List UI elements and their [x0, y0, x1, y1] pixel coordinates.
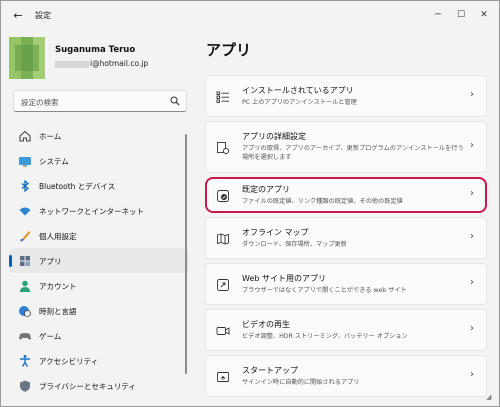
card-installed-apps[interactable]: インストールされているアプリ PC 上のアプリのアンインストールと管理 ›: [205, 75, 487, 117]
sidebar-item-accounts[interactable]: アカウント: [9, 273, 189, 298]
brush-icon: [20, 231, 31, 242]
card-default-apps[interactable]: 既定のアプリ ファイルの既定値、リンク種類の既定値、その他の既定値 ›: [205, 177, 487, 213]
sidebar-item-label: ネットワークとインターネット: [39, 207, 144, 216]
card-description: PC 上のアプリのアンインストールと管理: [242, 99, 357, 106]
sidebar-item-time-language[interactable]: 時刻と言語: [9, 298, 189, 323]
sidebar-item-personalization[interactable]: 個人用設定: [9, 223, 189, 248]
card-description: ブラウザーではなくアプリで開くことができる web サイト: [242, 287, 407, 294]
card-apps-for-websites[interactable]: Web サイト用のアプリ ブラウザーではなくアプリで開くことができる web サ…: [205, 263, 487, 305]
time-language-icon: [19, 306, 31, 317]
default-apps-icon: [217, 190, 229, 202]
sidebar-scrollbar[interactable]: [185, 134, 187, 374]
search-placeholder: 設定の検索: [21, 98, 59, 107]
chevron-right-icon: ›: [470, 231, 474, 242]
email-redaction: [55, 60, 89, 68]
sidebar-item-gaming[interactable]: ゲーム: [9, 323, 189, 348]
startup-icon: [217, 372, 229, 382]
card-description: サインイン時に自動的に開始されるアプリ: [242, 379, 360, 386]
window-title: 設定: [35, 11, 51, 20]
back-arrow-icon[interactable]: ←: [9, 7, 27, 25]
sidebar-item-system[interactable]: システム: [9, 148, 189, 173]
sidebar-item-label: Bluetooth とデバイス: [39, 182, 116, 191]
system-icon: [19, 157, 31, 167]
card-title: インストールされているアプリ: [242, 86, 354, 95]
card-title: オフライン マップ: [242, 228, 309, 237]
sidebar-item-label: アプリ: [39, 257, 62, 266]
card-startup[interactable]: スタートアップ サインイン時に自動的に開始されるアプリ ›: [205, 355, 487, 397]
chevron-right-icon: ›: [470, 140, 474, 151]
home-icon: [19, 130, 31, 142]
card-video-playback[interactable]: ビデオの再生 ビデオ調整、HDR ストリーミング、バッテリー オプション ›: [205, 309, 487, 351]
gamepad-icon: [19, 333, 31, 340]
installed-apps-icon: [216, 91, 229, 103]
resize-grip-icon[interactable]: ◢: [486, 393, 496, 403]
user-profile[interactable]: Suganuma Teruo i@hotmail.co.jp: [9, 37, 199, 85]
sidebar-item-label: ゲーム: [39, 332, 62, 341]
user-email: i@hotmail.co.jp: [90, 59, 149, 68]
video-playback-icon: [216, 327, 230, 335]
accessibility-icon: [20, 355, 30, 367]
sidebar-nav: ホーム システム Bluetooth とデバイス ネットワークとインターネット …: [9, 123, 189, 398]
close-button[interactable]: ✕: [473, 5, 495, 25]
sidebar-item-network[interactable]: ネットワークとインターネット: [9, 198, 189, 223]
sidebar-item-label: ホーム: [39, 132, 62, 141]
offline-maps-icon: [217, 233, 229, 245]
sidebar-item-label: 個人用設定: [39, 232, 77, 241]
shield-icon: [20, 380, 30, 392]
sidebar-item-bluetooth[interactable]: Bluetooth とデバイス: [9, 173, 189, 198]
settings-window: ← 設定 ─ ☐ ✕ Suganuma Teruo i@hotmail.co.j…: [0, 0, 500, 407]
sidebar-item-accessibility[interactable]: アクセシビリティ: [9, 348, 189, 373]
chevron-right-icon: ›: [470, 369, 474, 380]
card-advanced-app-settings[interactable]: アプリの詳細設定 アプリの取得、アプリのアーカイブ、更新プログラムのアンインスト…: [205, 121, 487, 173]
sidebar-item-apps[interactable]: アプリ: [9, 248, 189, 273]
account-icon: [20, 280, 30, 292]
search-icon: [170, 96, 180, 106]
advanced-app-settings-icon: [217, 142, 229, 154]
sidebar-item-label: 時刻と言語: [39, 307, 77, 316]
sidebar-item-label: アクセシビリティ: [39, 357, 99, 366]
card-description: ファイルの既定値、リンク種類の既定値、その他の既定値: [242, 198, 403, 205]
page-title: アプリ: [206, 41, 252, 59]
wifi-icon: [19, 207, 31, 216]
sidebar-item-home[interactable]: ホーム: [9, 123, 189, 148]
user-name: Suganuma Teruo: [55, 45, 136, 55]
search-input[interactable]: 設定の検索: [13, 90, 187, 112]
avatar: [9, 37, 45, 79]
card-description: ダウンロード、保存場所、マップ更新: [242, 241, 347, 248]
sidebar-item-label: システム: [39, 157, 69, 166]
apps-for-websites-icon: [217, 279, 229, 291]
chevron-right-icon: ›: [470, 188, 474, 199]
title-bar: ← 設定 ─ ☐ ✕: [1, 1, 499, 31]
card-title: ビデオの再生: [242, 320, 290, 329]
chevron-right-icon: ›: [470, 89, 474, 100]
bluetooth-icon: [21, 179, 29, 193]
chevron-right-icon: ›: [470, 323, 474, 334]
card-title: Web サイト用のアプリ: [242, 274, 326, 283]
card-description: アプリの取得、アプリのアーカイブ、更新プログラムのアンインストールを行う場所を選…: [242, 145, 464, 161]
card-offline-maps[interactable]: オフライン マップ ダウンロード、保存場所、マップ更新 ›: [205, 217, 487, 259]
apps-icon: [20, 256, 30, 266]
settings-cards: インストールされているアプリ PC 上のアプリのアンインストールと管理 › アプ…: [205, 75, 487, 401]
user-email-row: i@hotmail.co.jp: [55, 59, 148, 68]
card-title: アプリの詳細設定: [242, 132, 306, 141]
sidebar-item-label: アカウント: [39, 282, 77, 291]
card-title: スタートアップ: [242, 366, 298, 375]
sidebar-item-label: プライバシーとセキュリティ: [39, 382, 136, 391]
card-title: 既定のアプリ: [242, 185, 290, 194]
sidebar-item-privacy[interactable]: プライバシーとセキュリティ: [9, 373, 189, 398]
maximize-button[interactable]: ☐: [450, 5, 472, 25]
chevron-right-icon: ›: [470, 277, 474, 288]
card-description: ビデオ調整、HDR ストリーミング、バッテリー オプション: [242, 333, 408, 340]
minimize-button[interactable]: ─: [427, 5, 449, 25]
